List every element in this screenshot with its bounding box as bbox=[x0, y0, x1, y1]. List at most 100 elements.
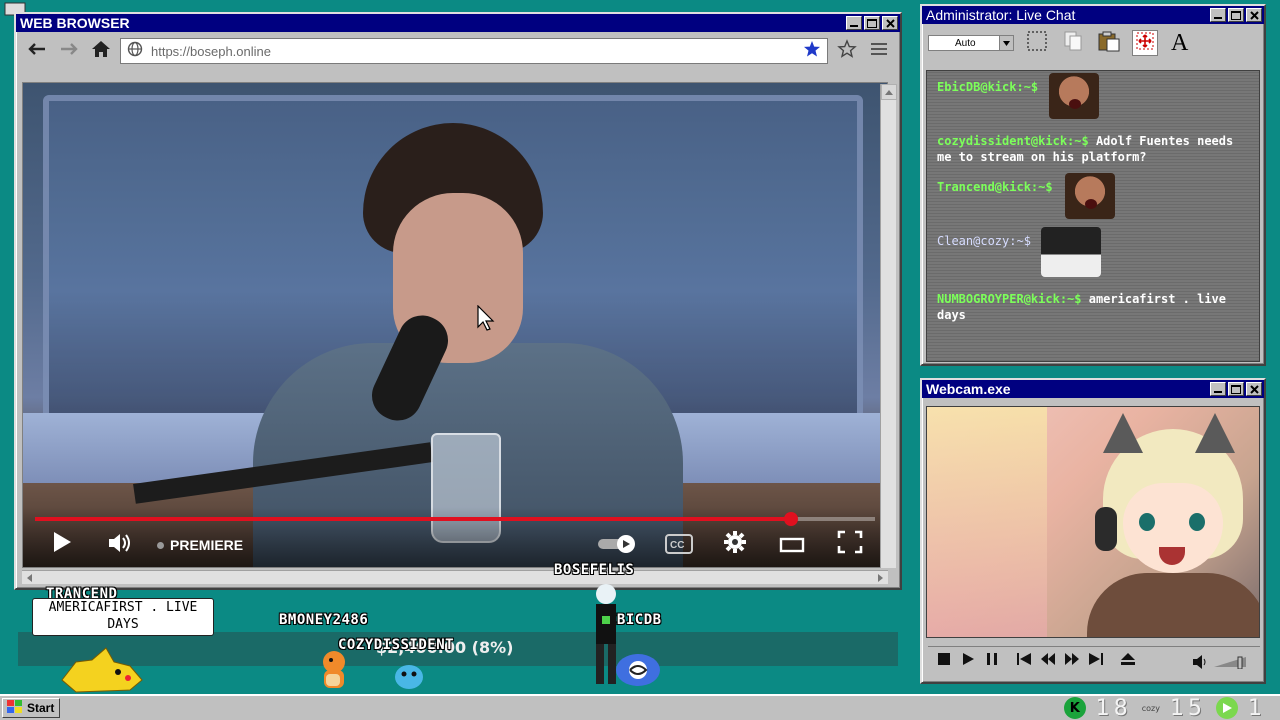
clipboard-icon bbox=[1097, 30, 1121, 57]
poliwag-sprite-icon bbox=[612, 648, 664, 693]
tray-counter: 18 bbox=[1095, 695, 1132, 720]
text-a-icon: A bbox=[1169, 29, 1193, 58]
kick-logo-icon[interactable]: K bbox=[1063, 697, 1086, 719]
blue-creature-sprite-icon bbox=[392, 658, 426, 697]
maximize-button[interactable] bbox=[864, 16, 880, 30]
copy-button[interactable] bbox=[1060, 30, 1086, 56]
marquee-select-icon bbox=[1026, 30, 1048, 57]
browser-titlebar[interactable]: WEB BROWSER bbox=[16, 14, 900, 32]
chat-mode-select[interactable]: Auto bbox=[928, 35, 1014, 51]
copy-icon bbox=[1062, 30, 1084, 57]
back-button[interactable] bbox=[24, 38, 50, 64]
skip-forward-icon bbox=[1089, 652, 1103, 670]
scroll-up-arrow-icon[interactable] bbox=[881, 84, 897, 100]
svg-text:CC: CC bbox=[670, 540, 684, 551]
webcam-minimize-button[interactable] bbox=[1210, 382, 1226, 396]
browser-title: WEB BROWSER bbox=[20, 15, 130, 31]
chat-message: Trancend@kick:~$ bbox=[937, 173, 1251, 219]
eject-button[interactable] bbox=[1120, 652, 1136, 670]
paste-button[interactable] bbox=[1096, 30, 1122, 56]
chat-close-button[interactable] bbox=[1246, 8, 1262, 22]
captions-button[interactable]: CC bbox=[665, 534, 693, 559]
eject-icon bbox=[1121, 652, 1135, 670]
favorites-button[interactable] bbox=[834, 38, 860, 64]
stop-button[interactable] bbox=[936, 652, 952, 670]
horizontal-scrollbar[interactable] bbox=[22, 570, 888, 584]
pause-icon bbox=[986, 652, 998, 670]
chat-title: Administrator: Live Chat bbox=[926, 7, 1076, 23]
skip-forward-button[interactable] bbox=[1088, 652, 1104, 670]
vertical-scrollbar[interactable] bbox=[880, 84, 897, 568]
chat-username: NUMBOGROYPER@kick:~$ bbox=[937, 292, 1082, 306]
stop-icon bbox=[938, 652, 950, 670]
chat-username: Trancend@kick:~$ bbox=[937, 180, 1053, 194]
autoplay-toggle[interactable] bbox=[597, 534, 641, 559]
forward-button[interactable] bbox=[56, 38, 82, 64]
address-bar[interactable]: https://boseph.online bbox=[120, 38, 828, 64]
closed-captions-icon: CC bbox=[665, 534, 693, 559]
webcam-close-button[interactable] bbox=[1246, 382, 1262, 396]
volume-control[interactable] bbox=[1192, 655, 1250, 674]
media-player-controls bbox=[928, 646, 1260, 674]
fullscreen-button[interactable] bbox=[837, 530, 863, 559]
gear-icon bbox=[723, 530, 747, 559]
play-icon bbox=[962, 652, 974, 670]
minimize-button[interactable] bbox=[846, 16, 862, 30]
scroll-left-arrow-icon[interactable] bbox=[22, 571, 36, 584]
close-button[interactable] bbox=[882, 16, 898, 30]
theater-mode-button[interactable] bbox=[779, 536, 805, 559]
home-button[interactable] bbox=[88, 38, 114, 64]
rumble-play-icon[interactable] bbox=[1216, 697, 1238, 719]
bookmark-star-filled-icon[interactable] bbox=[803, 40, 821, 63]
volume-slider[interactable] bbox=[1214, 655, 1250, 674]
viewer-nametag: COZYDISSIDENT bbox=[338, 637, 455, 653]
pause-button[interactable] bbox=[984, 652, 1000, 670]
browser-window: WEB BROWSER https://boseph.online PREMIE… bbox=[14, 12, 902, 590]
play-button[interactable] bbox=[51, 530, 73, 559]
video-progress-bar[interactable] bbox=[35, 512, 875, 526]
viewer-nametag: BMONEY2486 bbox=[279, 612, 369, 628]
skip-back-button[interactable] bbox=[1016, 652, 1032, 669]
tray-label: cozy bbox=[1141, 703, 1160, 713]
chat-message: Clean@cozy:~$ bbox=[937, 227, 1251, 277]
video-progress-fill bbox=[35, 517, 791, 521]
forward-arrow-icon bbox=[59, 42, 79, 61]
video-scrubber-handle[interactable] bbox=[784, 512, 798, 526]
webcam-play-button[interactable] bbox=[960, 652, 976, 670]
back-arrow-icon bbox=[27, 42, 47, 61]
menu-button[interactable] bbox=[866, 38, 892, 64]
chat-username: Clean@cozy:~$ bbox=[937, 234, 1031, 248]
mouse-cursor-icon bbox=[477, 304, 495, 336]
chat-toolbar: Auto A bbox=[922, 24, 1264, 62]
chat-titlebar[interactable]: Administrator: Live Chat bbox=[922, 6, 1264, 24]
move-tool-button[interactable] bbox=[1132, 30, 1158, 56]
text-tool-button[interactable]: A bbox=[1168, 30, 1194, 56]
select-tool-button[interactable] bbox=[1024, 30, 1050, 56]
webcam-titlebar[interactable]: Webcam.exe bbox=[922, 380, 1264, 398]
start-button[interactable]: Start bbox=[2, 698, 60, 718]
volume-icon bbox=[107, 532, 133, 559]
start-label: Start bbox=[27, 701, 55, 715]
rewind-button[interactable] bbox=[1040, 652, 1056, 669]
fast-forward-button[interactable] bbox=[1064, 652, 1080, 670]
video-player[interactable]: PREMIERE CC bbox=[22, 82, 888, 568]
system-tray: K 18 cozy 15 1 bbox=[1063, 694, 1266, 720]
settings-button[interactable] bbox=[723, 530, 747, 559]
chat-minimize-button[interactable] bbox=[1210, 8, 1226, 22]
chat-maximize-button[interactable] bbox=[1228, 8, 1244, 22]
chat-emote-image bbox=[1065, 173, 1115, 219]
chat-mode-value: Auto bbox=[955, 37, 976, 49]
volume-button[interactable] bbox=[107, 532, 133, 559]
url-text[interactable]: https://boseph.online bbox=[151, 44, 795, 59]
scroll-right-arrow-icon[interactable] bbox=[874, 571, 888, 584]
chat-emote-image bbox=[1041, 227, 1101, 277]
webcam-maximize-button[interactable] bbox=[1228, 382, 1244, 396]
fullscreen-icon bbox=[837, 530, 863, 559]
chat-messages[interactable]: EbicDB@kick:~$ cozydissident@kick:~$ Ado… bbox=[926, 70, 1260, 362]
webcam-feed bbox=[926, 406, 1260, 638]
svg-text:A: A bbox=[1171, 30, 1189, 53]
charmander-sprite-icon bbox=[316, 648, 354, 699]
chat-username: cozydissident@kick:~$ bbox=[937, 134, 1089, 148]
fast-forward-icon bbox=[1065, 652, 1079, 670]
chat-username: EbicDB@kick:~$ bbox=[937, 80, 1039, 94]
